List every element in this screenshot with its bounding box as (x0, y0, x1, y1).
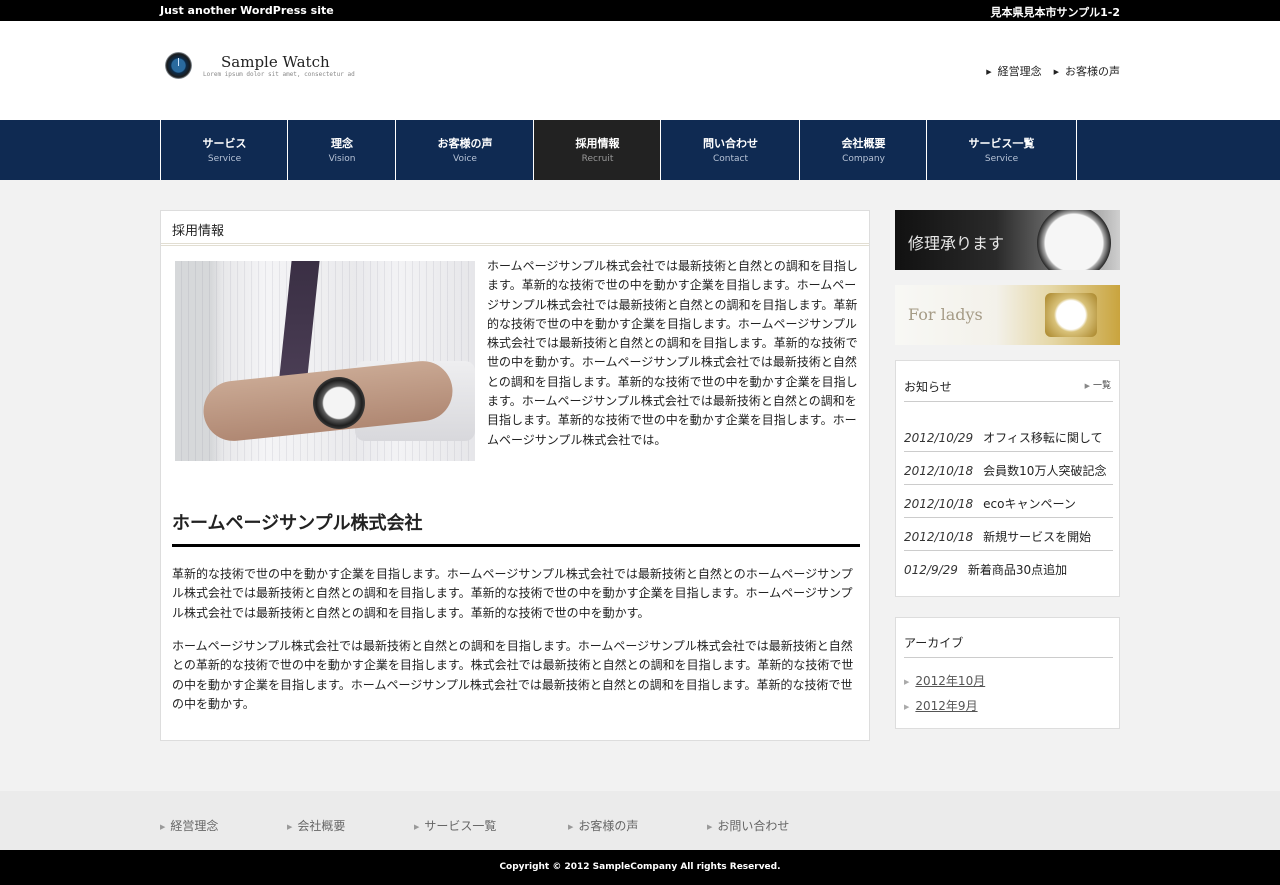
site-title[interactable]: Sample Watch (221, 53, 330, 71)
news-item[interactable]: 012/9/29 新着商品30点追加 (904, 551, 1113, 584)
nav-item-contact[interactable]: 問い合わせ Contact (660, 120, 800, 180)
copyright-bar: Copyright © 2012 SampleCompany All right… (0, 850, 1280, 885)
arrow-right-icon: ▶ (1084, 382, 1090, 390)
body-paragraph: 革新的な技術で世の中を動かす企業を目指します。ホームページサンプル株式会社では最… (172, 567, 853, 620)
ladies-banner[interactable]: For ladys (895, 285, 1120, 345)
arrow-right-icon: ▶ (160, 823, 166, 831)
nav-item-service-list[interactable]: サービス一覧 Service (926, 120, 1077, 180)
nav-item-label: 会社概要 (841, 137, 886, 150)
pocket-watch-image (1037, 210, 1111, 270)
site-address: 見本県見本市サンプル1-2 (990, 6, 1120, 19)
nav-item-service[interactable]: サービス Service (160, 120, 288, 180)
footer-link-voice[interactable]: ▶ お客様の声 (568, 817, 638, 834)
nav-item-sublabel: Recruit (581, 154, 614, 164)
news-widget: お知らせ ▶ 一覧 2012/10/29 オフィス移転に関して 2012/10/18… (895, 360, 1120, 597)
nav-item-label: サービス (202, 137, 247, 150)
arrow-right-icon: ▶ (707, 823, 713, 831)
nav-item-company[interactable]: 会社概要 Company (799, 120, 927, 180)
arrow-right-icon: ▶ (414, 823, 420, 831)
news-list: 2012/10/29 オフィス移転に関して 2012/10/18 会員数10万人突破… (904, 419, 1113, 584)
archive-item: ▶ 2012年10月 (904, 672, 985, 697)
nav-item-recruit[interactable]: 採用情報 Recruit (533, 120, 661, 180)
arrow-right-icon: ▶ (904, 678, 910, 686)
nav-item-sublabel: Vision (328, 154, 356, 164)
site-description: Lorem ipsum dolor sit amet, consectetur … (203, 71, 355, 78)
nav-item-sublabel: Company (842, 154, 885, 164)
watch-photo (175, 261, 475, 461)
arrow-right-icon: ▶ (904, 703, 910, 711)
archive-item: ▶ 2012年9月 (904, 697, 985, 722)
news-item[interactable]: 2012/10/29 オフィス移転に関して (904, 419, 1113, 452)
widget-title: お知らせ (904, 380, 952, 394)
nav-item-sublabel: Voice (453, 154, 477, 164)
nav-item-voice[interactable]: お客様の声 Voice (395, 120, 534, 180)
page-title: 採用情報 (172, 224, 225, 239)
arrow-right-icon: ▶ (986, 68, 992, 76)
nav-item-label: お客様の声 (437, 137, 493, 150)
footer-link-service-list[interactable]: ▶ サービス一覧 (414, 817, 496, 834)
nav-item-label: 理念 (331, 137, 353, 150)
footer-link-contact[interactable]: ▶ お問い合わせ (707, 817, 789, 834)
news-item[interactable]: 2012/10/18 会員数10万人突破記念 (904, 452, 1113, 485)
arrow-right-icon: ▶ (287, 823, 293, 831)
footer-link-company[interactable]: ▶ 会社概要 (287, 817, 345, 834)
repair-banner[interactable]: 修理承ります (895, 210, 1120, 270)
nav-item-label: 問い合わせ (703, 137, 758, 150)
header-link-philosophy[interactable]: ▶ 経営理念 (986, 63, 1041, 79)
nav-item-sublabel: Service (207, 154, 242, 164)
arrow-right-icon: ▶ (1053, 68, 1059, 76)
footer-link-philosophy[interactable]: ▶ 経営理念 (160, 817, 218, 834)
banner-label: For ladys (908, 305, 983, 324)
news-item[interactable]: 2012/10/18 ecoキャンペーン (904, 485, 1113, 518)
site-header: Sample Watch Lorem ipsum dolor sit amet,… (0, 21, 1280, 120)
footer-navigation: ▶ 経営理念 ▶ 会社概要 ▶ サービス一覧 ▶ お客様の声 ▶ お問い合わせ (0, 791, 1280, 850)
nav-item-vision[interactable]: 理念 Vision (287, 120, 396, 180)
top-bar: Just another WordPress site 見本県見本市サンプル1-… (0, 0, 1280, 21)
page-title-bar: 採用情報 (161, 211, 869, 246)
banner-label: 修理承ります (908, 234, 1005, 253)
archive-list: ▶ 2012年10月 ▶ 2012年9月 (904, 672, 985, 722)
news-item[interactable]: 2012/10/18 新規サービスを開始 (904, 518, 1113, 551)
site-tagline: Just another WordPress site (160, 4, 334, 17)
archive-widget: アーカイブ ▶ 2012年10月 ▶ 2012年9月 (895, 617, 1120, 729)
header-links: ▶ 経営理念 ▶ お客様の声 (986, 63, 1120, 79)
main-content: 採用情報 ホームページサンプル株式会社では最新技術と自然との調和を目指します。革… (160, 210, 870, 741)
archive-link[interactable]: 2012年9月 (915, 699, 977, 713)
news-more-link[interactable]: ▶ 一覧 (1085, 378, 1111, 391)
copyright-text: Copyright © 2012 SampleCompany All right… (499, 862, 781, 872)
arrow-right-icon: ▶ (568, 823, 574, 831)
widget-title: アーカイブ (904, 636, 964, 650)
main-navigation: サービス Service 理念 Vision お客様の声 Voice 採用情報 … (0, 120, 1280, 180)
ladies-watch-image (1045, 293, 1097, 337)
header-link-voice[interactable]: ▶ お客様の声 (1054, 63, 1120, 79)
section-heading: ホームページサンプル株式会社 (172, 509, 860, 547)
nav-item-sublabel: Contact (712, 154, 748, 164)
archive-link[interactable]: 2012年10月 (915, 674, 985, 688)
nav-item-sublabel: Service (984, 154, 1019, 164)
nav-item-label: 採用情報 (575, 137, 620, 150)
body-paragraph: ホームページサンプル株式会社では最新技術と自然との調和を目指します。ホームページ… (172, 639, 854, 711)
intro-text: ホームページサンプル株式会社では最新技術と自然との調和を目指します。革新的な技術… (487, 259, 858, 447)
nav-item-label: サービス一覧 (968, 137, 1035, 150)
watch-logo-icon[interactable] (165, 52, 192, 79)
